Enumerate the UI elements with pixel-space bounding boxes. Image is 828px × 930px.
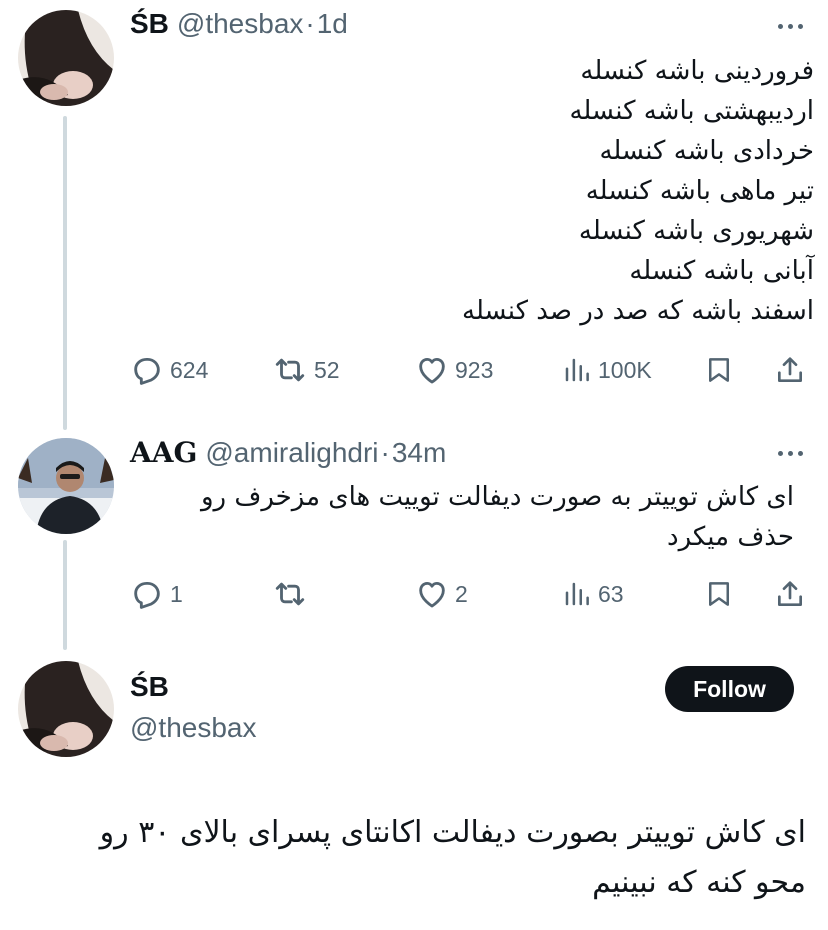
more-icon[interactable] [778, 451, 803, 456]
views-button[interactable]: 100K [562, 350, 652, 390]
separator-dot: · [380, 437, 390, 468]
follow-button[interactable]: Follow [665, 666, 794, 712]
tweet-text: فروردینی باشه کنسله اردیبهشتی باشه کنسله… [462, 51, 814, 331]
tweet-text-line: تیر ماهی باشه کنسله [585, 176, 814, 206]
tweet-text: ای کاش توییتر بصورت دیفالت اکانتای پسرای… [100, 808, 806, 908]
tweet-text-line: ای کاش توییتر به صورت دیفالت توییت های م… [200, 482, 794, 512]
thread-line [63, 540, 67, 650]
like-button[interactable]: 2 [415, 574, 468, 614]
views-count: 63 [598, 580, 624, 607]
tweet-text-line: آبانی باشه کنسله [629, 256, 814, 286]
tweet-text-line: شهریوری باشه کنسله [578, 216, 814, 246]
bookmark-button[interactable] [704, 350, 734, 390]
user-handle[interactable]: @amiralighdri [205, 437, 378, 469]
bookmark-icon [709, 358, 729, 382]
user-handle[interactable]: @thesbax [130, 712, 257, 744]
like-icon [419, 357, 445, 384]
tweet-text-line: خردادی باشه کنسله [599, 136, 814, 166]
share-icon [778, 581, 802, 606]
retweet-button[interactable] [272, 574, 314, 614]
more-icon[interactable] [778, 24, 803, 29]
author-handle-row: @thesbax [122, 712, 257, 744]
share-button[interactable] [774, 574, 806, 614]
views-count: 100K [598, 356, 652, 383]
like-count: 923 [455, 356, 494, 383]
tweet-text-line: ای کاش توییتر بصورت دیفالت اکانتای پسرای… [99, 815, 806, 850]
tweet-text-line: حذف میکرد [667, 522, 794, 552]
tweet-header: ŚB @thesbax · 1d [130, 8, 348, 40]
reply-icon [134, 357, 160, 385]
tweet-text-line: اردیبهشتی باشه کنسله [569, 96, 814, 126]
timestamp[interactable]: 1d [317, 8, 348, 40]
like-count: 2 [455, 580, 468, 607]
tweet-header: AAG @amiralighdri · 34m [130, 436, 446, 469]
reply-count: 1 [170, 580, 183, 607]
share-button[interactable] [774, 350, 806, 390]
retweet-icon [275, 358, 305, 382]
retweet-button[interactable]: 52 [272, 350, 340, 390]
action-bar: 1 2 63 [130, 574, 810, 614]
avatar[interactable] [18, 10, 114, 106]
avatar[interactable] [18, 438, 114, 534]
share-icon [778, 357, 802, 382]
timestamp[interactable]: 34m [392, 437, 446, 469]
display-name[interactable]: ŚB [130, 671, 169, 703]
author-name-row: ŚB [130, 671, 169, 703]
avatar[interactable] [18, 661, 114, 757]
tweet-text-line: محو کنه که نبینیم [592, 865, 806, 900]
views-icon [565, 582, 589, 606]
retweet-icon [275, 582, 305, 606]
action-bar: 624 52 923 100K [130, 350, 810, 390]
views-button[interactable]: 63 [562, 574, 624, 614]
user-handle[interactable]: @thesbax [177, 8, 304, 40]
bookmark-icon [709, 582, 729, 606]
reply-button[interactable]: 1 [130, 574, 183, 614]
thread-line [63, 116, 67, 430]
bookmark-button[interactable] [704, 574, 734, 614]
tweet-text: ای کاش توییتر به صورت دیفالت توییت های م… [201, 477, 794, 557]
tweet-text-line: فروردینی باشه کنسله [580, 56, 814, 86]
display-name[interactable]: AAG [130, 436, 197, 469]
separator-dot: · [305, 8, 315, 39]
display-name[interactable]: ŚB [130, 8, 169, 40]
like-icon [419, 581, 445, 608]
like-button[interactable]: 923 [415, 350, 493, 390]
reply-count: 624 [170, 356, 209, 383]
views-icon [565, 358, 589, 382]
retweet-count: 52 [314, 356, 340, 383]
tweet-text-line: اسفند باشه که صد در صد کنسله [462, 296, 814, 326]
reply-button[interactable]: 624 [130, 350, 208, 390]
reply-icon [134, 581, 160, 609]
